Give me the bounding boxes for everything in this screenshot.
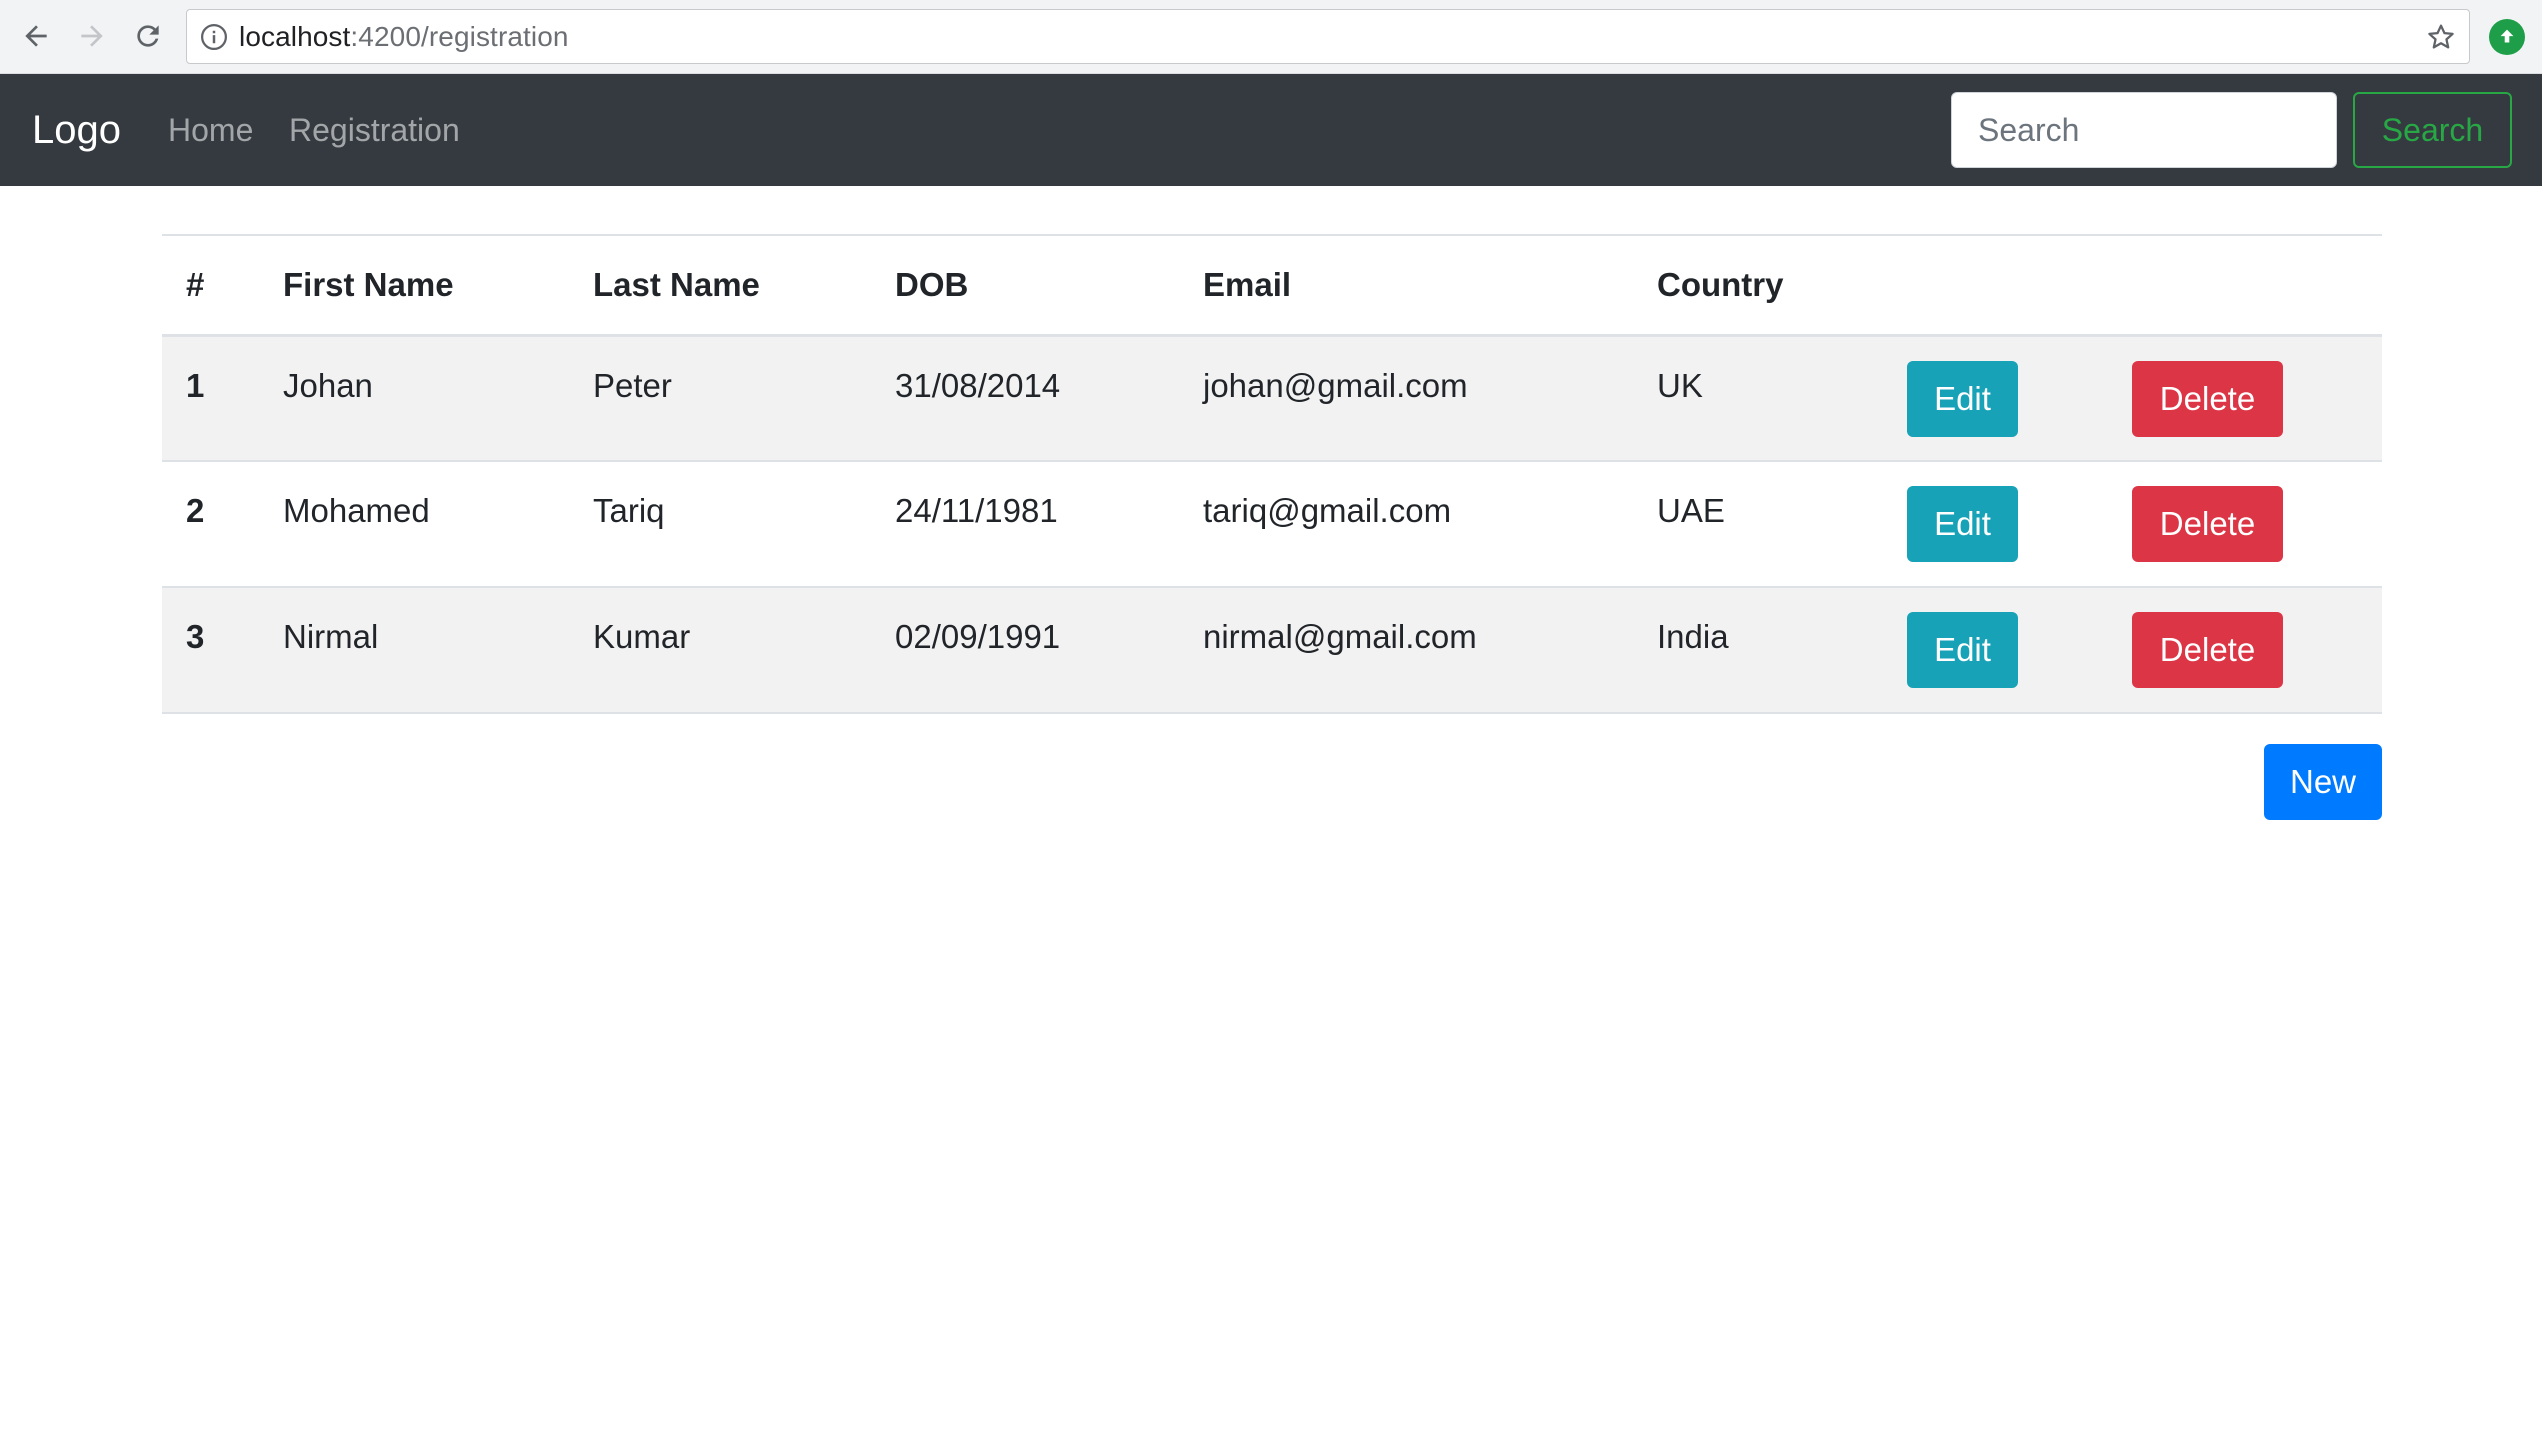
delete-cell: Delete bbox=[2108, 587, 2382, 713]
last-name-cell: Kumar bbox=[593, 618, 691, 655]
delete-button[interactable]: Delete bbox=[2132, 612, 2283, 688]
table-row: 2 Mohamed Tariq 24/11/1981 tariq@gmail.c… bbox=[162, 461, 2382, 587]
email-cell: johan@gmail.com bbox=[1203, 366, 1468, 404]
star-icon[interactable] bbox=[2425, 21, 2457, 53]
row-number: 1 bbox=[186, 366, 205, 404]
last-name-cell: Peter bbox=[593, 366, 672, 404]
edit-button[interactable]: Edit bbox=[1907, 486, 2018, 562]
column-header-email: Email bbox=[1203, 265, 1292, 303]
edit-button[interactable]: Edit bbox=[1907, 360, 2018, 437]
arrow-right-icon bbox=[81, 25, 103, 47]
edit-cell: Edit bbox=[1883, 335, 2108, 461]
column-header-first-name: First Name bbox=[283, 265, 454, 303]
brand-logo[interactable]: Logo bbox=[32, 74, 121, 186]
reload-button[interactable] bbox=[126, 14, 170, 58]
column-header-country: Country bbox=[1657, 265, 1784, 303]
country-cell: India bbox=[1657, 618, 1729, 655]
first-name-cell: Johan bbox=[283, 366, 373, 404]
registration-table-container: # First Name Last Name DOB Email Country… bbox=[162, 234, 2382, 714]
browser-toolbar: localhost:4200/registration bbox=[0, 0, 2542, 74]
country-cell: UK bbox=[1657, 366, 1703, 404]
delete-cell: Delete bbox=[2108, 335, 2382, 461]
row-number: 3 bbox=[186, 618, 205, 655]
first-name-cell: Nirmal bbox=[283, 618, 379, 655]
table-row: 3 Nirmal Kumar 02/09/1991 nirmal@gmail.c… bbox=[162, 587, 2382, 713]
edit-cell: Edit bbox=[1883, 587, 2108, 713]
table-row: 1 Johan Peter 31/08/2014 johan@gmail.com… bbox=[162, 335, 2382, 461]
back-button[interactable] bbox=[14, 14, 58, 58]
forward-button[interactable] bbox=[70, 14, 114, 58]
country-cell: UAE bbox=[1657, 492, 1725, 529]
extension-upload-icon[interactable] bbox=[2489, 19, 2525, 55]
dob-cell: 31/08/2014 bbox=[895, 366, 1061, 404]
url-text[interactable]: localhost:4200/registration bbox=[239, 10, 569, 63]
new-button[interactable]: New bbox=[2264, 744, 2382, 820]
row-number: 2 bbox=[186, 492, 205, 529]
last-name-cell: Tariq bbox=[593, 492, 665, 529]
edit-cell: Edit bbox=[1883, 461, 2108, 587]
registration-table: # First Name Last Name DOB Email Country… bbox=[162, 234, 2382, 714]
column-header-last-name: Last Name bbox=[593, 265, 760, 303]
column-header-delete bbox=[2108, 235, 2382, 335]
email-cell: nirmal@gmail.com bbox=[1203, 618, 1477, 655]
dob-cell: 02/09/1991 bbox=[895, 618, 1061, 655]
url-host: localhost bbox=[239, 21, 351, 52]
email-cell: tariq@gmail.com bbox=[1203, 492, 1452, 529]
delete-button[interactable]: Delete bbox=[2132, 360, 2283, 437]
info-icon[interactable] bbox=[199, 22, 229, 52]
arrow-left-icon bbox=[25, 25, 47, 47]
table-header-row: # First Name Last Name DOB Email Country bbox=[162, 235, 2382, 335]
nav-link-registration[interactable]: Registration bbox=[289, 74, 460, 186]
reload-icon bbox=[137, 25, 159, 47]
address-bar[interactable]: localhost:4200/registration bbox=[186, 9, 2470, 64]
upload-arrow-icon bbox=[2500, 29, 2514, 43]
edit-button[interactable]: Edit bbox=[1907, 612, 2018, 688]
delete-button[interactable]: Delete bbox=[2132, 486, 2283, 562]
url-path: :4200/registration bbox=[350, 21, 569, 52]
first-name-cell: Mohamed bbox=[283, 492, 430, 529]
delete-cell: Delete bbox=[2108, 461, 2382, 587]
search-button[interactable]: Search bbox=[2353, 92, 2512, 168]
dob-cell: 24/11/1981 bbox=[895, 492, 1058, 529]
nav-link-home[interactable]: Home bbox=[168, 74, 253, 186]
column-header-edit bbox=[1883, 235, 2108, 335]
column-header-dob: DOB bbox=[895, 265, 969, 303]
column-header-number: # bbox=[186, 265, 205, 303]
app-navbar: Logo Home Registration Search bbox=[0, 74, 2542, 186]
search-input[interactable] bbox=[1951, 92, 2337, 168]
